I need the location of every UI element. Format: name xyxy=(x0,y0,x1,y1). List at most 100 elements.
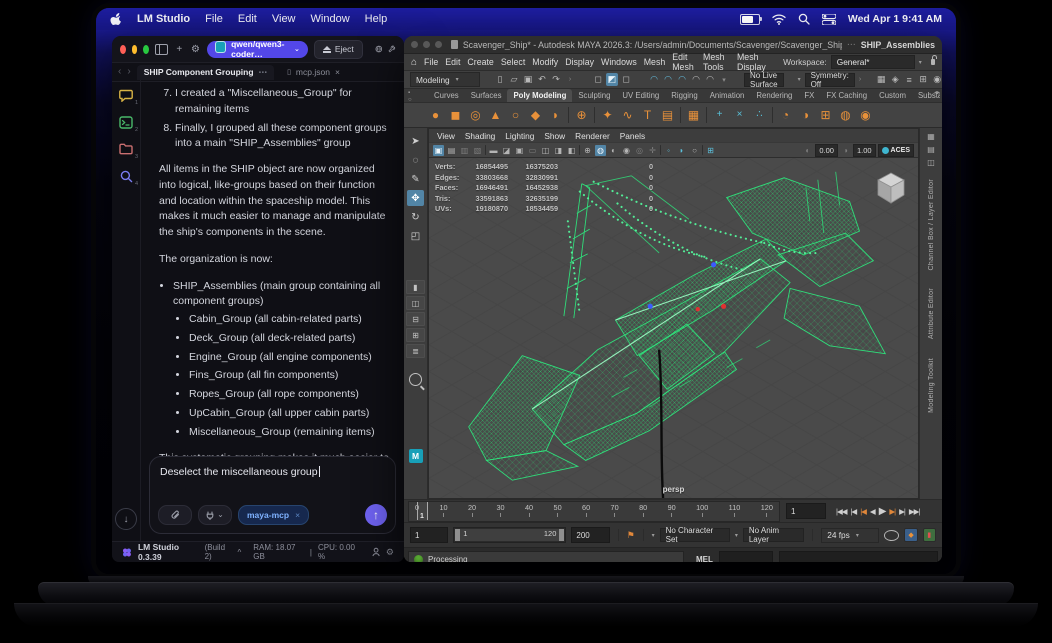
menu-windows[interactable]: Windows xyxy=(601,57,637,67)
menu-mesh-display[interactable]: Mesh Display xyxy=(737,52,769,72)
timeline-ticks[interactable]: 0 10 20 30 40 50 60 70 80 90 100 110 120 1 xyxy=(408,500,780,522)
panel-menu-view[interactable]: View xyxy=(437,131,455,141)
shelf-tab[interactable]: Poly Modeling xyxy=(507,89,573,102)
shelf-tool-icon[interactable]: ◍ xyxy=(838,109,853,121)
minimize-window-button[interactable] xyxy=(422,41,430,48)
shelf-tool-icon[interactable] xyxy=(772,107,773,123)
range-slider[interactable]: 1 120 xyxy=(453,527,567,543)
gamma-icon[interactable]: ◑ xyxy=(840,145,851,156)
shelf-tab[interactable]: Rigging xyxy=(665,89,703,102)
viewport-toolbar-icon[interactable]: ▤ xyxy=(446,145,457,156)
menubar-item-help[interactable]: Help xyxy=(365,13,388,25)
send-button[interactable]: ↑ xyxy=(365,504,387,526)
statusline-icon[interactable]: ≡ xyxy=(903,73,915,86)
viewport-toolbar-icon[interactable] xyxy=(579,145,580,155)
layout-shortcut-button[interactable]: ◫ xyxy=(406,296,425,310)
sidebar-panel-icon[interactable]: ▦ xyxy=(925,131,937,142)
tab-mcp-json[interactable]: ▯ mcp.json × xyxy=(280,65,347,79)
statusline-icon[interactable]: ◠ xyxy=(676,73,688,86)
shelf-tool-icon[interactable]: ○ xyxy=(508,109,523,121)
statusline-icon[interactable]: ↷ xyxy=(550,73,562,86)
viewport-toolbar-icon[interactable]: ⊞ xyxy=(705,145,716,156)
shelf-tool-icon[interactable] xyxy=(594,107,595,123)
tab-close-icon[interactable]: × xyxy=(335,67,340,77)
playback-button[interactable]: ▶▶| xyxy=(909,507,921,516)
viewport-toolbar-icon[interactable]: ▥ xyxy=(459,145,470,156)
panel-menu-shading[interactable]: Shading xyxy=(465,131,495,141)
window-layout-icon[interactable] xyxy=(155,42,169,57)
exposure-field[interactable]: 0.00 xyxy=(815,143,838,157)
bookmark-icon[interactable]: ⚑ xyxy=(627,530,635,541)
playback-button[interactable]: |◀ xyxy=(850,507,857,516)
tab-channel-box[interactable]: Channel Box / Layer Editor xyxy=(928,179,935,270)
live-surface-field[interactable]: No Live Surface xyxy=(744,71,784,89)
viewport-toolbar-icon[interactable]: ⊕ xyxy=(582,145,593,156)
menu-edit-mesh[interactable]: Edit Mesh xyxy=(672,52,696,72)
shelf-tool-icon[interactable]: ◗ xyxy=(548,109,563,121)
viewport-toolbar-icon[interactable]: ◪ xyxy=(501,145,512,156)
sidebar-item-discover[interactable]: 4 xyxy=(116,167,138,187)
statusline-icon[interactable]: ◩ xyxy=(606,73,618,86)
layout-shortcut-button[interactable]: ⊟ xyxy=(406,312,425,326)
statusline-icon[interactable]: ◠ xyxy=(662,73,674,86)
tab-more-icon[interactable]: ⋯ xyxy=(259,67,268,78)
viewport-toolbar-icon[interactable]: ▭ xyxy=(527,145,538,156)
shelf-tool-icon[interactable]: ● xyxy=(428,109,443,121)
anim-layer-selector[interactable]: No Anim Layer xyxy=(742,526,805,544)
chat-composer[interactable]: Deselect the miscellaneous group ⌄ maya-… xyxy=(149,456,396,534)
shelf-tool-icon[interactable]: ∴ xyxy=(752,110,767,120)
symmetry-field[interactable]: Symmetry: Off xyxy=(804,71,855,89)
zoom-window-button[interactable] xyxy=(434,41,442,48)
menubar-item-file[interactable]: File xyxy=(205,13,223,25)
menu-edit[interactable]: Edit xyxy=(445,57,460,67)
viewport-toolbar-icon[interactable]: ▬ xyxy=(488,145,499,156)
viewport-toolbar-icon[interactable]: ◉ xyxy=(621,145,632,156)
viewport-toolbar-icon[interactable]: ▣ xyxy=(514,145,525,156)
shelf-menu-icons[interactable]: ▪ ○ xyxy=(408,90,412,103)
chevron-down-icon[interactable]: ▾ xyxy=(735,532,738,539)
nav-forward-icon[interactable]: › xyxy=(127,67,130,77)
menubar-item-window[interactable]: Window xyxy=(311,13,350,25)
color-management-button[interactable]: ACES xyxy=(877,143,914,157)
statusline-icon[interactable]: ◻ xyxy=(592,73,604,86)
shelf-tool-icon[interactable]: ◑ xyxy=(798,109,813,121)
playback-button[interactable]: |◀◀ xyxy=(836,507,848,516)
shelf-tool-icon[interactable]: ⊞ xyxy=(818,109,833,121)
statusline-icon[interactable] xyxy=(578,73,590,86)
minimize-window-button[interactable] xyxy=(131,44,138,54)
gear-icon[interactable]: ⚙ xyxy=(386,547,394,558)
tool-icon[interactable]: ◰ xyxy=(407,228,424,244)
downloads-button[interactable]: ↓ xyxy=(115,508,137,530)
statusline-icon[interactable]: ◻ xyxy=(620,73,632,86)
statusline-icon[interactable] xyxy=(634,73,646,86)
viewport-toolbar-icon[interactable]: ◎ xyxy=(634,145,645,156)
zoom-window-button[interactable] xyxy=(143,44,150,54)
statusline-icon[interactable]: ▱ xyxy=(508,73,520,86)
viewport-toolbar-icon[interactable]: ◨ xyxy=(553,145,564,156)
tab-attribute-editor[interactable]: Attribute Editor xyxy=(928,288,935,339)
menu-create[interactable]: Create xyxy=(467,57,493,67)
layout-shortcut-button[interactable]: ⊞ xyxy=(406,328,425,342)
shelf-tool-icon[interactable]: ◆ xyxy=(528,109,543,121)
shelf-tab[interactable]: Curves xyxy=(428,89,465,102)
shelf-tab[interactable]: UV Editing xyxy=(616,89,665,102)
layout-shortcut-button[interactable]: ▮ xyxy=(406,280,425,294)
shelf-tool-icon[interactable]: ◎ xyxy=(468,109,483,121)
menubar-item-view[interactable]: View xyxy=(272,13,296,25)
viewport-toolbar-icon[interactable] xyxy=(702,145,703,155)
wrench-icon[interactable] xyxy=(388,43,396,55)
panel-menu-show[interactable]: Show xyxy=(544,131,565,141)
shelf-tab[interactable]: Rendering xyxy=(750,89,798,102)
maya-m-icon[interactable]: M xyxy=(408,449,423,463)
viewport-toolbar-icon[interactable] xyxy=(660,145,661,155)
statusline-icon[interactable]: › xyxy=(564,73,576,86)
playback-button[interactable]: ▶| xyxy=(899,507,906,516)
spotlight-search-icon[interactable] xyxy=(798,13,810,25)
menubar-app-name[interactable]: LM Studio xyxy=(137,13,190,25)
statusline-icon[interactable]: ◠ xyxy=(648,73,660,86)
settings-icon[interactable]: ⚙ xyxy=(190,42,200,57)
shelf-tool-icon[interactable]: ∿ xyxy=(620,109,635,121)
view-cube[interactable] xyxy=(874,170,908,206)
shelf-tool-icon[interactable]: × xyxy=(732,110,747,120)
control-center-icon[interactable] xyxy=(821,13,836,25)
